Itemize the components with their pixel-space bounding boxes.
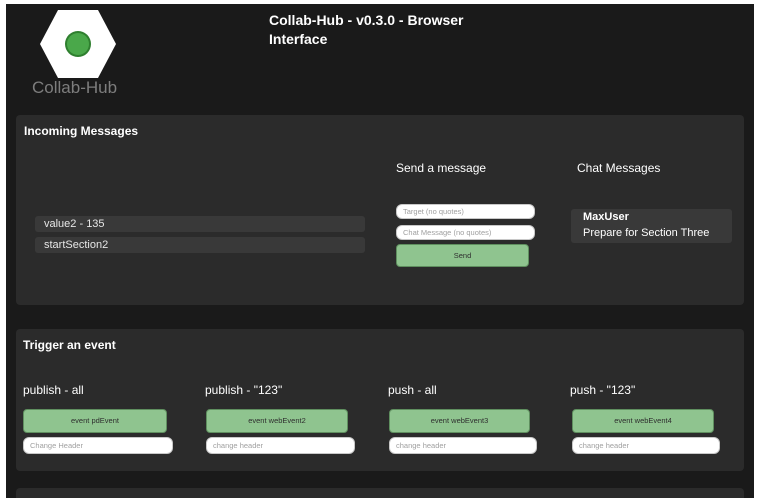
trigger-event-button[interactable]: event webEvent3	[389, 409, 530, 433]
chat-message-item: MaxUser Prepare for Section Three	[571, 209, 732, 243]
change-header-input[interactable]	[389, 437, 537, 454]
incoming-message-row: startSection2	[35, 237, 365, 253]
chat-messages-heading: Chat Messages	[577, 161, 661, 175]
change-header-input[interactable]	[572, 437, 720, 454]
event-column-label: push - all	[388, 383, 437, 397]
send-message-heading: Send a message	[396, 161, 487, 175]
logo: Collab-Hub	[28, 8, 138, 98]
trigger-event-panel: Trigger an event publish - all event pdE…	[16, 329, 744, 471]
event-column-label: publish - "123"	[205, 383, 283, 397]
chat-user-name: MaxUser	[583, 211, 629, 223]
chat-message-input[interactable]	[396, 225, 535, 240]
page-title: Collab-Hub - v0.3.0 - Browser Interface	[269, 12, 464, 47]
trigger-event-button[interactable]: event webEvent4	[572, 409, 714, 433]
change-header-input[interactable]	[23, 437, 173, 454]
trigger-event-title: Trigger an event	[23, 338, 116, 352]
incoming-message-row: value2 - 135	[35, 216, 365, 232]
trigger-event-button[interactable]: event pdEvent	[23, 409, 167, 433]
target-input[interactable]	[396, 204, 535, 219]
logo-text: Collab-Hub	[32, 78, 118, 97]
hexagon-logo-icon	[40, 10, 116, 78]
event-column-label: publish - all	[23, 383, 84, 397]
next-panel-edge	[16, 488, 744, 498]
send-button[interactable]: Send	[396, 244, 529, 267]
change-header-input[interactable]	[206, 437, 355, 454]
trigger-event-button[interactable]: event webEvent2	[206, 409, 348, 433]
incoming-messages-title: Incoming Messages	[24, 124, 139, 138]
chat-message-text: Prepare for Section Three	[583, 227, 710, 239]
app-frame: Collab-Hub Collab-Hub - v0.3.0 - Browser…	[6, 4, 754, 498]
event-column-label: push - "123"	[570, 383, 636, 397]
